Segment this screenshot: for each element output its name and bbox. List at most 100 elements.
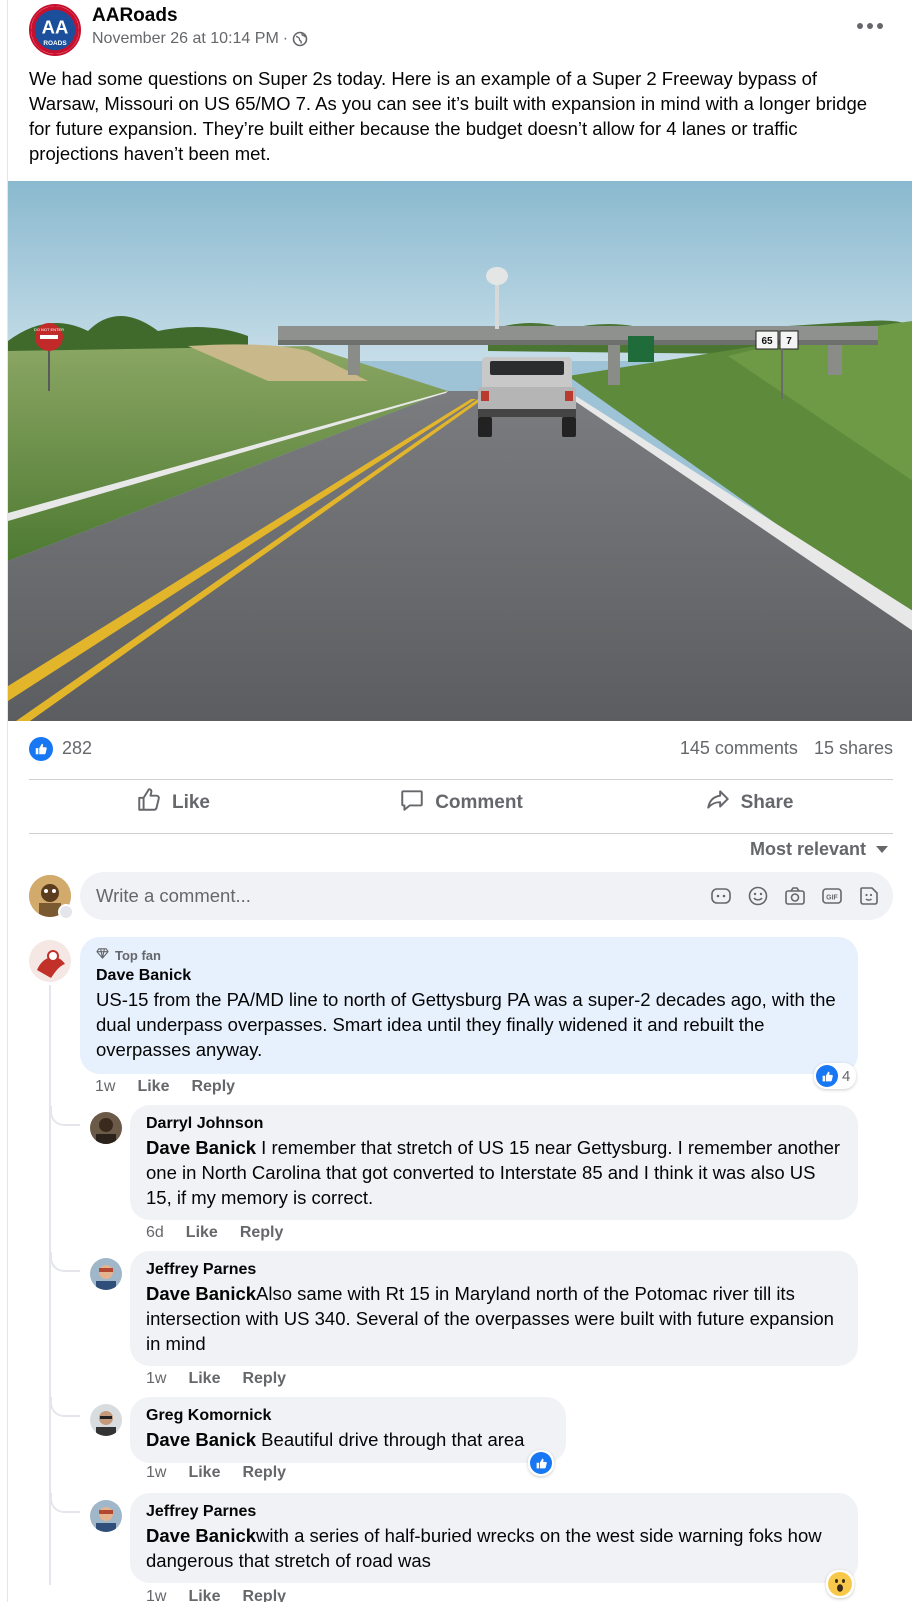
reply-bubble: Greg Komornick Dave Banick Beautiful dri… (130, 1397, 566, 1463)
reply-meta: 6d Like Reply (146, 1224, 283, 1242)
like-reaction-icon[interactable] (29, 737, 53, 761)
reply-reply-button[interactable]: Reply (240, 1224, 284, 1242)
reply-mention[interactable]: Dave Banick (146, 1525, 256, 1546)
like-reaction-icon (816, 1065, 838, 1087)
reply-age[interactable]: 1w (146, 1370, 166, 1388)
divider-bottom (29, 833, 893, 834)
post-text: We had some questions on Super 2s today.… (29, 68, 868, 164)
reply-avatar[interactable] (90, 1500, 122, 1532)
reply-mention[interactable]: Dave Banick (146, 1283, 256, 1304)
comment-count[interactable]: 145 comments (680, 738, 798, 759)
reply-body: Dave Banick I remember that stretch of U… (146, 1135, 842, 1210)
reply-bubble: Darryl Johnson Dave Banick I remember th… (130, 1105, 858, 1220)
caret-down-icon (876, 846, 888, 853)
diamond-icon (96, 947, 109, 963)
reply-body: Dave Banick Beautiful drive through that… (146, 1427, 550, 1452)
gif-icon[interactable]: GIF (820, 884, 844, 908)
meta-separator: · (282, 30, 289, 47)
comment-button[interactable]: Comment (317, 778, 605, 828)
reply-reply-button[interactable]: Reply (242, 1370, 286, 1388)
comment-text: US-15 from the PA/MD line to north of Ge… (96, 989, 836, 1060)
reply-reply-button[interactable]: Reply (242, 1464, 286, 1482)
reply-age[interactable]: 6d (146, 1224, 164, 1242)
action-bar: Like Comment Share (29, 778, 893, 828)
reply-author[interactable]: Jeffrey Parnes (146, 1261, 842, 1279)
reply-age[interactable]: 1w (146, 1588, 166, 1602)
reply-bubble: Jeffrey Parnes Dave Banickwith a series … (130, 1493, 858, 1583)
reply-reply-button[interactable]: Reply (242, 1588, 286, 1602)
comment-like-button[interactable]: Like (137, 1078, 169, 1096)
sort-label: Most relevant (749, 839, 866, 859)
reply-bubble: Jeffrey Parnes Dave BanickAlso same with… (130, 1251, 858, 1366)
reply-meta: 1w Like Reply (146, 1588, 286, 1602)
comment-reaction-count: 4 (842, 1067, 851, 1085)
reply-like-button[interactable]: Like (188, 1464, 220, 1482)
top-fan-label: Top fan (115, 947, 161, 963)
share-button[interactable]: Share (605, 778, 893, 828)
emoji-icon[interactable] (746, 884, 770, 908)
reaction-summary: 282 145 comments 15 shares (29, 735, 893, 763)
reply-mention[interactable]: Dave Banick (146, 1429, 256, 1450)
comment-sort-dropdown[interactable]: Most relevant (750, 839, 888, 860)
page-name[interactable]: AARoads (92, 5, 178, 27)
reply-author[interactable]: Darryl Johnson (146, 1115, 842, 1133)
reply-age[interactable]: 1w (146, 1464, 166, 1482)
thread-elbow (50, 1493, 80, 1513)
reply-reactions[interactable] (826, 1570, 854, 1598)
post-photo[interactable]: 65 7 DO NOT ENTER (8, 181, 912, 721)
sticker-icon[interactable] (857, 884, 881, 908)
route-shield-65: 65 (761, 336, 773, 347)
more-options-icon[interactable] (850, 12, 890, 40)
post-timestamp[interactable]: November 26 at 10:14 PM (92, 30, 279, 48)
comment-label: Comment (435, 792, 523, 813)
thread-elbow (50, 1252, 80, 1272)
reply-meta: 1w Like Reply (146, 1370, 286, 1388)
reply-author[interactable]: Jeffrey Parnes (146, 1503, 842, 1521)
reply-like-button[interactable]: Like (186, 1224, 218, 1242)
like-label: Like (171, 792, 211, 813)
reply-reactions[interactable] (528, 1450, 554, 1476)
reply-like-button[interactable]: Like (188, 1588, 220, 1602)
like-button[interactable]: Like (29, 778, 317, 828)
reply-meta: 1w Like Reply (146, 1464, 286, 1482)
globe-icon[interactable] (292, 31, 308, 47)
thread-elbow (50, 1397, 80, 1417)
share-count[interactable]: 15 shares (814, 738, 893, 759)
comment-author[interactable]: Dave Banick (96, 967, 842, 985)
reply-mention[interactable]: Dave Banick (146, 1137, 256, 1158)
route-shield-7: 7 (786, 336, 792, 347)
camera-icon[interactable] (783, 884, 807, 908)
reply-body: Dave BanickAlso same with Rt 15 in Maryl… (146, 1281, 842, 1356)
reaction-count[interactable]: 282 (62, 738, 92, 759)
avatar-sticker-icon[interactable] (709, 884, 733, 908)
comment-meta: 1w Like Reply (95, 1078, 235, 1096)
reply-avatar[interactable] (90, 1404, 122, 1436)
comment-age[interactable]: 1w (95, 1078, 115, 1096)
share-label: Share (740, 792, 794, 813)
thread-elbow (50, 1106, 80, 1126)
reply-avatar[interactable] (90, 1258, 122, 1290)
svg-text:GIF: GIF (826, 895, 838, 902)
comment-composer: GIF (80, 872, 893, 920)
like-icon (136, 787, 162, 819)
like-reaction-icon (530, 1452, 552, 1474)
commenter-avatar[interactable] (29, 940, 71, 982)
reply-author[interactable]: Greg Komornick (146, 1407, 550, 1425)
do-not-enter-text: DO NOT ENTER (34, 327, 64, 332)
comment-reply-button[interactable]: Reply (191, 1078, 235, 1096)
reply-text: Beautiful drive through that area (256, 1429, 525, 1450)
reply-body: Dave Banickwith a series of half-buried … (146, 1523, 842, 1573)
post-meta: November 26 at 10:14 PM · (92, 30, 308, 48)
reply-like-button[interactable]: Like (188, 1370, 220, 1388)
reply-avatar[interactable] (90, 1112, 122, 1144)
page-avatar[interactable]: AA ROADS (29, 4, 81, 56)
comment-icon (399, 787, 425, 819)
post-card: AA ROADS AARoads November 26 at 10:14 PM… (7, 0, 912, 1602)
top-fan-badge: Top fan (96, 947, 842, 963)
comment-bubble: Top fan Dave Banick US-15 from the PA/MD… (80, 937, 858, 1074)
logo-subtext: ROADS (43, 40, 67, 47)
comment-reactions[interactable]: 4 (814, 1063, 857, 1089)
comment-input[interactable] (96, 872, 656, 920)
account-switch-icon[interactable] (58, 904, 74, 920)
logo-text: AA (42, 17, 69, 38)
